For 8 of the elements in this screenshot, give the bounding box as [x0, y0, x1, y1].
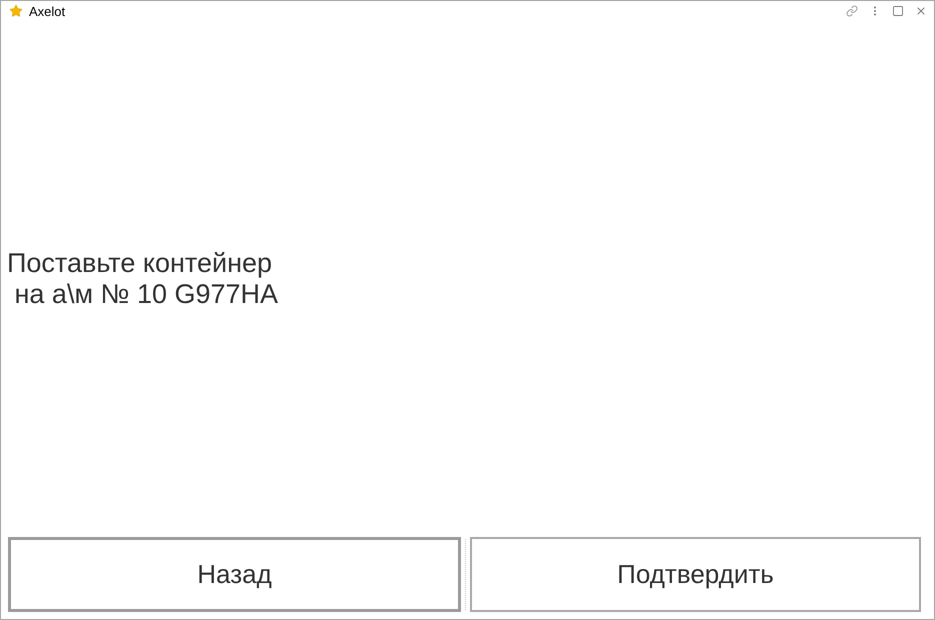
link-icon[interactable]	[846, 5, 858, 17]
back-button[interactable]: Назад	[8, 537, 461, 612]
close-icon[interactable]	[915, 5, 927, 17]
star-icon	[9, 4, 23, 18]
window-title: Axelot	[29, 4, 66, 18]
maximize-icon[interactable]	[892, 5, 904, 17]
confirm-button[interactable]: Подтвердить	[470, 537, 921, 612]
instruction-text: Поставьте контейнер на а\м № 10 G977HA	[7, 248, 278, 310]
